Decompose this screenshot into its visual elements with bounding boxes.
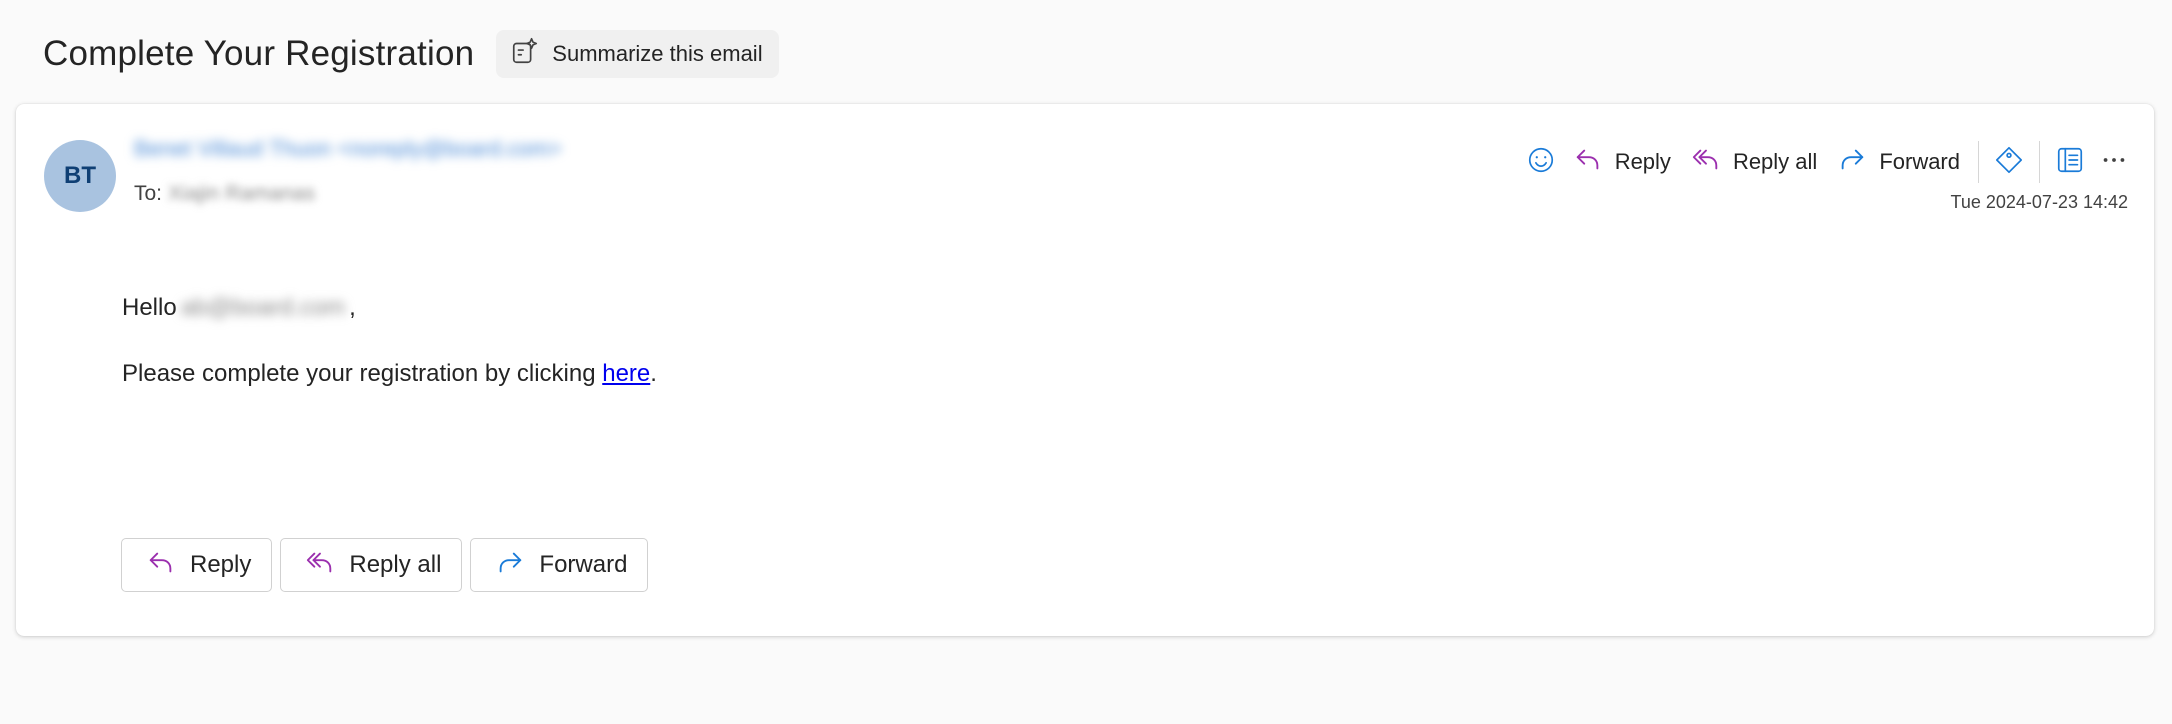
subject-bar: Complete Your Registration Summarize thi… [43,26,779,82]
more-actions-button[interactable] [2092,140,2136,184]
to-label: To: [134,182,163,205]
registration-link[interactable]: here [602,360,650,387]
forward-icon [495,547,525,584]
bottom-reply-all-label: Reply all [349,551,442,578]
greeting-name: ab@board.com [180,294,346,321]
bottom-forward-button[interactable]: Forward [470,538,649,592]
forward-icon [1837,144,1867,180]
reader-icon [2055,145,2085,180]
summarize-button[interactable]: Summarize this email [496,30,779,78]
avatar[interactable]: BT [44,140,116,212]
greeting-line: Hello ab@board.com, [122,294,657,322]
reply-icon [1573,144,1603,180]
reply-all-label: Reply all [1732,149,1818,174]
reply-all-icon [1691,144,1721,180]
immersive-reader-button[interactable] [2048,140,2092,184]
email-subject: Complete Your Registration [43,34,475,73]
to-recipient[interactable]: Xiajin Ramanas [168,182,315,206]
reply-button[interactable]: Reply [1563,140,1681,184]
summarize-sparkle-icon [510,36,540,72]
to-line: To: Xiajin Ramanas [134,182,315,206]
reply-all-icon [305,547,335,584]
bottom-forward-label: Forward [539,551,628,578]
body-period: . [650,360,657,387]
received-date: Tue 2024-07-23 14:42 [1950,192,2128,212]
more-icon [2099,145,2129,180]
sender-name[interactable]: Benet Villaud Thuon <noreply@board.com> [134,136,654,166]
reply-all-button[interactable]: Reply all [1681,140,1827,184]
greeting-punctuation: , [349,294,356,321]
summarize-label: Summarize this email [552,41,763,66]
actions-divider [1978,141,1979,183]
body-line: Please complete your registration by cli… [122,360,657,388]
message-card: BT Benet Villaud Thuon <noreply@board.co… [16,104,2154,636]
greeting-text: Hello [122,294,177,321]
tag-button[interactable] [1987,140,2031,184]
bottom-actions: Reply Reply all Forward [121,538,649,592]
forward-button[interactable]: Forward [1827,140,1970,184]
bottom-reply-button[interactable]: Reply [121,538,273,592]
forward-label: Forward [1879,149,1960,174]
reply-icon [146,547,176,584]
message-body: Hello ab@board.com, Please complete your… [122,294,657,388]
reading-pane: Complete Your Registration Summarize thi… [0,0,2172,724]
actions-divider [2039,141,2040,183]
reply-label: Reply [1614,149,1671,174]
emoji-reaction-button[interactable] [1519,140,1563,184]
bottom-reply-all-button[interactable]: Reply all [280,538,463,592]
tag-diamond-icon [1994,145,2024,180]
bottom-reply-label: Reply [190,551,252,578]
body-text: Please complete your registration by cli… [122,360,603,387]
message-actions: Reply Reply all Forward [1519,138,2136,186]
emoji-icon [1526,145,1556,180]
